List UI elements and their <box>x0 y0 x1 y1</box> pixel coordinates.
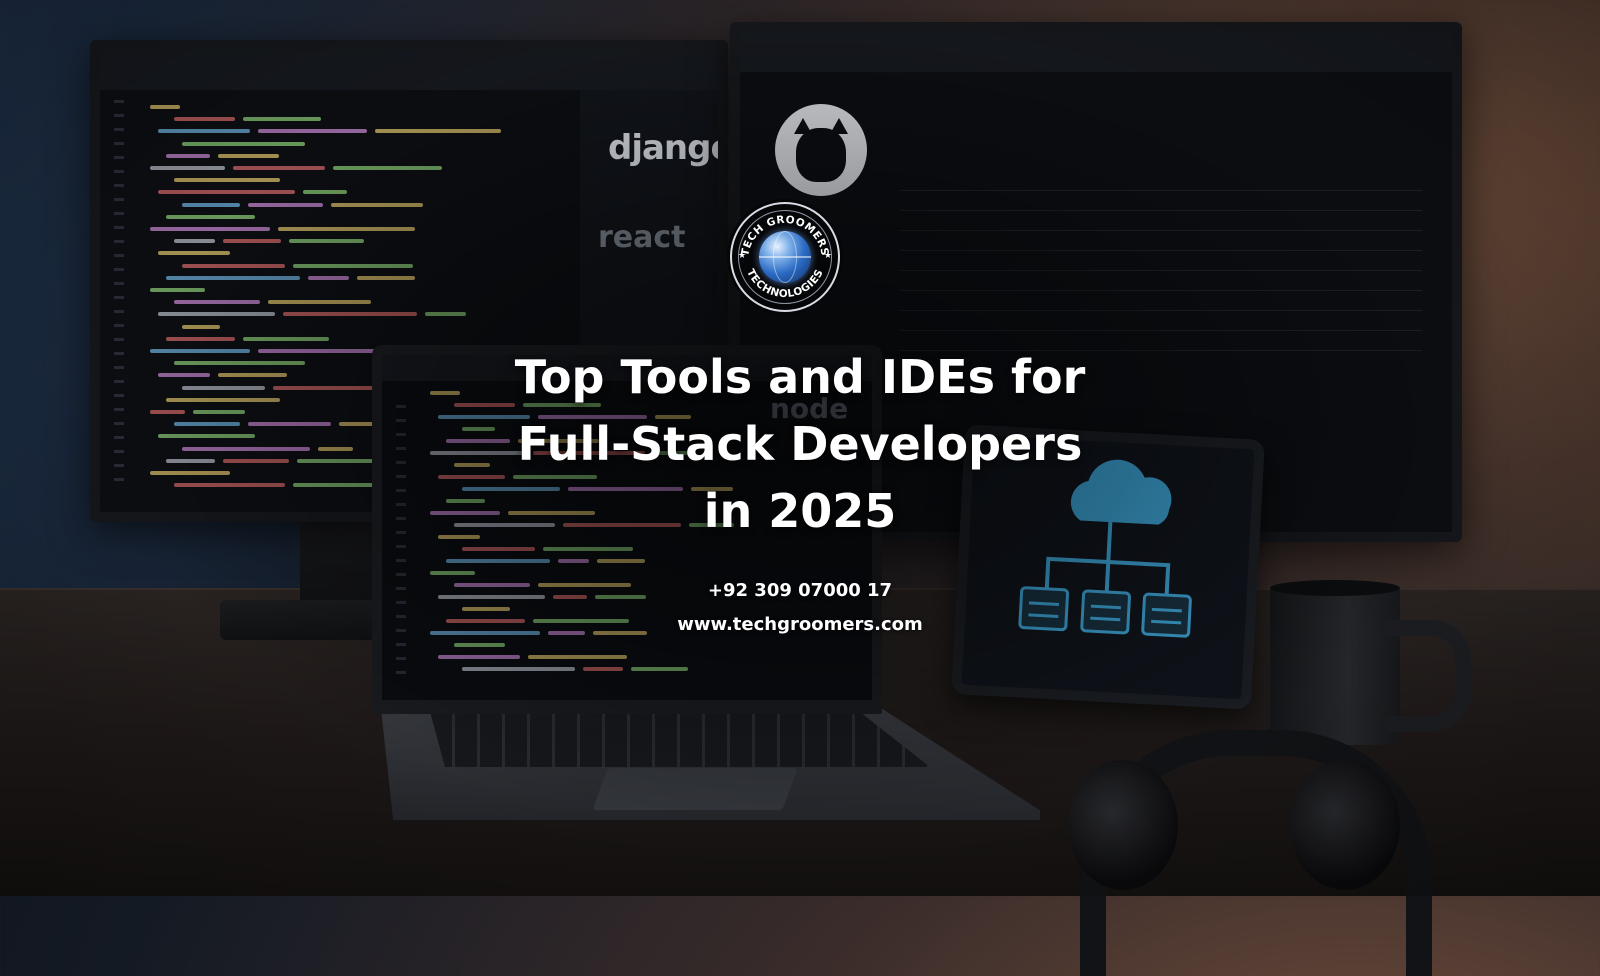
logo-top-text: TECH GROOMERS <box>739 214 831 257</box>
headline: Top Tools and IDEs for Full-Stack Develo… <box>400 344 1200 545</box>
headline-line-1: Top Tools and IDEs for <box>514 350 1086 404</box>
headline-line-2: Full-Stack Developers <box>517 417 1083 471</box>
headline-line-3: in 2025 <box>703 484 897 538</box>
website-url: www.techgroomers.com <box>677 614 923 635</box>
company-logo-badge: TECH GROOMERS TECHNOLOGIES ★ ★ <box>730 202 840 312</box>
badge-text-ring: TECH GROOMERS TECHNOLOGIES <box>739 214 831 300</box>
star-icon: ★ <box>738 251 747 261</box>
phone-number: +92 309 07000 17 <box>707 580 893 601</box>
logo-bottom-text: TECHNOLOGIES <box>744 267 826 300</box>
star-icon: ★ <box>823 251 832 261</box>
